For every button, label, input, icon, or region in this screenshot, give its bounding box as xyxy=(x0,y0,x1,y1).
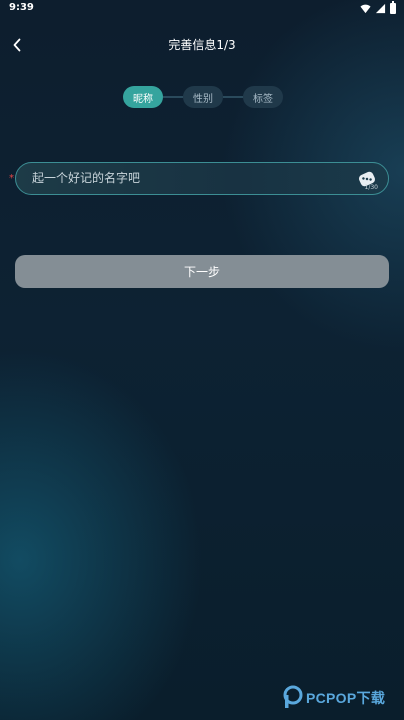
watermark: PCPOP下载 xyxy=(280,685,404,720)
pcpop-logo xyxy=(283,685,303,708)
watermark-text: PCPOP下载 xyxy=(306,690,386,706)
step-gender[interactable]: 性别 xyxy=(183,86,223,108)
character-counter: 1/30 xyxy=(364,184,378,191)
step-nickname[interactable]: 昵称 xyxy=(123,86,163,108)
step-tags[interactable]: 标签 xyxy=(243,86,283,108)
signal-icon xyxy=(375,3,386,14)
page-title: 完善信息1/3 xyxy=(168,38,236,52)
step-connector xyxy=(223,96,243,98)
nickname-field: 1/30 xyxy=(15,162,389,195)
step-connector xyxy=(163,96,183,98)
required-marker: * xyxy=(9,173,14,184)
status-time: 9:39 xyxy=(9,2,34,13)
next-button[interactable]: 下一步 xyxy=(15,255,389,288)
step-indicator: 昵称 性别 标签 xyxy=(123,86,283,108)
nickname-input[interactable] xyxy=(32,163,332,193)
header: 完善信息1/3 xyxy=(0,30,404,60)
battery-icon xyxy=(390,1,396,14)
status-icons xyxy=(360,1,396,14)
status-bar: 9:39 xyxy=(0,0,404,18)
wifi-icon xyxy=(360,4,371,14)
